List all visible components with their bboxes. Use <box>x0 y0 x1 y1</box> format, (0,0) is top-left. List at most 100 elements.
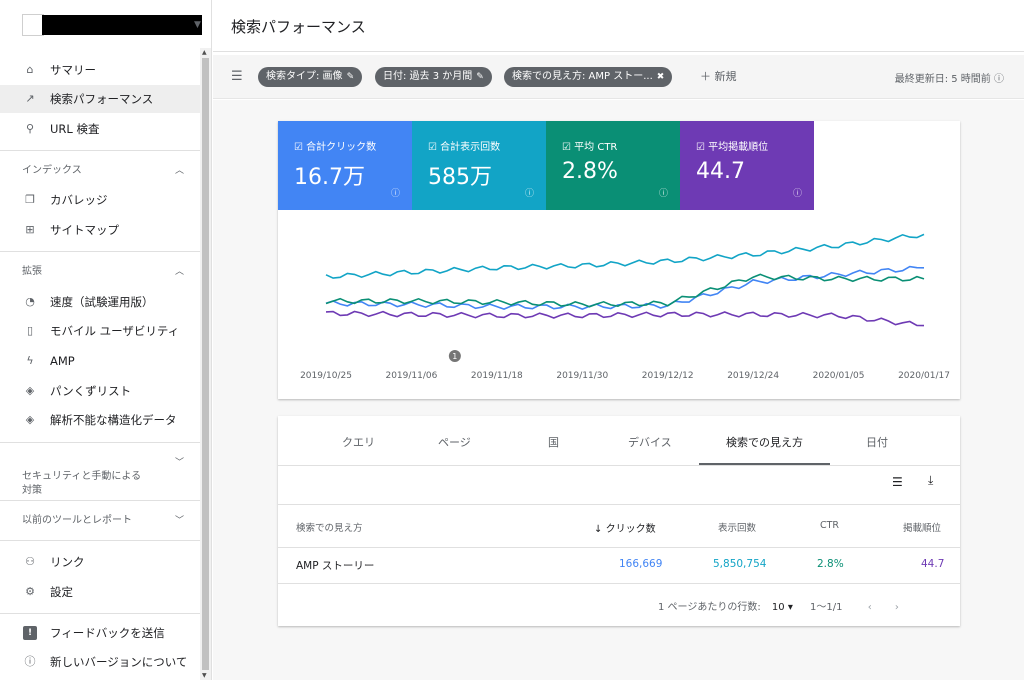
property-favicon <box>22 14 44 36</box>
sidebar-item-label: パンくずリスト <box>50 384 132 398</box>
add-filter-label: 新規 <box>714 70 737 83</box>
top-header: 検索パフォーマンス <box>213 0 1024 52</box>
chevron-down-icon: ﹀ <box>174 458 184 468</box>
filter-list-icon[interactable]: ☰ <box>892 475 903 489</box>
performance-chart-card: ☑ 合計クリック数 16.7万 ⓘ ☑ 合計表示回数 585万 ⓘ ☑ 平均 C… <box>278 121 960 399</box>
metric-value: 16.7万 <box>294 165 365 190</box>
chevron-up-icon: ︿ <box>174 166 184 176</box>
last-updated-label: 最終更新日: 5 時間前 <box>894 74 991 85</box>
sidebar-item-coverage[interactable]: ❐ カバレッジ <box>0 186 200 214</box>
sidebar-item-breadcrumbs[interactable]: ◈ パンくずリスト <box>0 377 200 405</box>
sidebar-item-label: サイトマップ <box>50 223 119 237</box>
x-tick-label: 2019/10/25 <box>300 371 352 381</box>
sidebar-item-amp[interactable]: ϟ AMP <box>0 347 200 375</box>
sidebar-item-performance[interactable]: ↗ 検索パフォーマンス <box>0 85 200 113</box>
series-line-1 <box>325 233 925 279</box>
file-copy-icon: ❐ <box>25 193 35 206</box>
sidebar-section-security[interactable]: セキュリティと手動による 対策 ﹀ <box>22 456 192 512</box>
pagination: 1 ページあたりの行数: 10 ▾ 1〜1/1 ‹ › <box>658 598 899 613</box>
download-icon[interactable]: ⤓ <box>928 473 933 488</box>
tab-countries[interactable]: 国 <box>548 434 559 450</box>
sidebar-item-feedback[interactable]: ! フィードバックを送信 <box>0 619 200 647</box>
edit-pencil-icon[interactable]: ✎ <box>347 72 355 82</box>
settings-gear-icon: ⚙ <box>25 585 35 598</box>
sidebar-item-label: 検索パフォーマンス <box>50 92 154 106</box>
column-header-impressions[interactable]: 表示回数 <box>718 520 756 534</box>
scroll-down-arrow-icon[interactable]: ▼ <box>202 672 207 679</box>
column-header-position[interactable]: 掲載順位 <box>903 520 941 534</box>
sidebar-item-url-inspection[interactable]: ⚲ URL 検査 <box>0 115 200 143</box>
metric-label: 平均掲載順位 <box>708 142 769 153</box>
table-header-divider <box>278 504 960 505</box>
sidebar-item-label: 設定 <box>50 585 73 599</box>
section-label: セキュリティと手動による 対策 <box>22 471 142 496</box>
checkbox-checked-icon[interactable]: ☑ <box>428 142 437 153</box>
cell-position: 44.7 <box>921 558 945 570</box>
sidebar-item-sitemaps[interactable]: ⊞ サイトマップ <box>0 216 200 244</box>
help-icon[interactable]: ⓘ <box>994 74 1004 85</box>
checkbox-checked-icon[interactable]: ☑ <box>562 142 571 153</box>
tab-devices[interactable]: デバイス <box>628 434 672 450</box>
cell-appearance: AMP ストーリー <box>296 560 375 572</box>
feedback-icon: ! <box>23 626 37 640</box>
sidebar-item-about-new-version[interactable]: ⓘ 新しいバージョンについて <box>0 648 200 676</box>
metric-total-impressions[interactable]: ☑ 合計表示回数 585万 ⓘ <box>412 121 546 210</box>
tab-dates[interactable]: 日付 <box>866 434 888 450</box>
chevron-up-icon: ︿ <box>174 267 184 277</box>
chip-label: 検索タイプ: 画像 <box>266 71 343 82</box>
section-label: インデックス <box>22 165 82 176</box>
checkbox-checked-icon[interactable]: ☑ <box>696 142 705 153</box>
column-header-appearance[interactable]: 検索での見え方 <box>296 520 363 534</box>
sidebar-item-links[interactable]: ⚇ リンク <box>0 548 200 576</box>
sidebar-item-mobile-usability[interactable]: ▯ モバイル ユーザビリティ <box>0 317 200 345</box>
scrollbar-thumb[interactable] <box>202 58 209 670</box>
checkbox-checked-icon[interactable]: ☑ <box>294 142 303 153</box>
filter-chip-search-type[interactable]: 検索タイプ: 画像 ✎ <box>258 67 363 87</box>
metric-average-position[interactable]: ☑ 平均掲載順位 44.7 ⓘ <box>680 121 814 210</box>
sidebar-item-settings[interactable]: ⚙ 設定 <box>0 578 200 606</box>
tab-queries[interactable]: クエリ <box>342 434 375 450</box>
tab-search-appearance[interactable]: 検索での見え方 <box>726 434 803 450</box>
sidebar-item-speed[interactable]: ◔ 速度（試験運用版） <box>0 288 200 316</box>
sidebar-item-summary[interactable]: ⌂ サマリー <box>0 56 200 84</box>
chevron-right-icon[interactable]: › <box>895 602 899 613</box>
help-icon[interactable]: ⓘ <box>391 186 400 199</box>
filter-chip-date[interactable]: 日付: 過去 3 か月間 ✎ <box>375 67 492 87</box>
add-filter-button[interactable]: ＋ 新規 <box>700 68 737 84</box>
edit-pencil-icon[interactable]: ✎ <box>476 72 484 82</box>
scroll-up-arrow-icon[interactable]: ▲ <box>202 49 207 56</box>
chip-label: 検索での見え方: AMP ストー... <box>512 71 653 82</box>
sidebar-item-label: カバレッジ <box>50 193 108 207</box>
sidebar-item-label: 新しいバージョンについて <box>50 655 188 669</box>
column-header-ctr[interactable]: CTR <box>820 520 839 531</box>
x-tick-label: 2020/01/05 <box>813 371 865 381</box>
tab-pages[interactable]: ページ <box>438 434 471 450</box>
chart-annotation-label: 1 <box>452 352 457 361</box>
column-header-clicks[interactable]: ↓ クリック数 <box>594 520 656 535</box>
help-icon[interactable]: ⓘ <box>793 186 802 199</box>
metric-total-clicks[interactable]: ☑ 合計クリック数 16.7万 ⓘ <box>278 121 412 210</box>
filter-list-icon[interactable]: ☰ <box>231 69 243 84</box>
help-icon[interactable]: ⓘ <box>525 186 534 199</box>
sidebar-item-unparsable-data[interactable]: ◈ 解析不能な構造化データ <box>0 406 200 434</box>
chevron-left-icon[interactable]: ‹ <box>868 602 872 613</box>
metric-label: 合計表示回数 <box>440 142 501 153</box>
page-title: 検索パフォーマンス <box>231 18 366 36</box>
sidebar-section-index[interactable]: インデックス ︿ <box>22 164 192 178</box>
property-selector[interactable]: ▼ <box>22 14 211 36</box>
speed-gauge-icon: ◔ <box>25 295 35 308</box>
sidebar-divider <box>0 442 200 443</box>
close-circle-icon[interactable]: ✖ <box>657 72 665 82</box>
rows-per-page-select[interactable]: 10 ▾ <box>772 602 793 613</box>
sidebar-section-enhancements[interactable]: 拡張 ︿ <box>22 265 192 279</box>
metric-average-ctr[interactable]: ☑ 平均 CTR 2.8% ⓘ <box>546 121 680 210</box>
sidebar-section-legacy[interactable]: 以前のツールとレポート ﹀ <box>22 514 192 528</box>
sidebar-scrollbar[interactable]: ▲ ▼ <box>200 48 211 680</box>
filter-chip-search-appearance[interactable]: 検索での見え方: AMP ストー... ✖ <box>504 67 673 87</box>
performance-line-chart[interactable]: 2019/10/25 2019/11/06 2019/11/18 2019/11/30… <box>278 210 960 399</box>
rows-per-page-label: 1 ページあたりの行数: <box>658 602 761 613</box>
help-icon[interactable]: ⓘ <box>659 186 668 199</box>
chevron-down-icon: ﹀ <box>174 516 184 526</box>
page-range: 1〜1/1 <box>810 602 843 613</box>
links-icon: ⚇ <box>25 555 35 568</box>
